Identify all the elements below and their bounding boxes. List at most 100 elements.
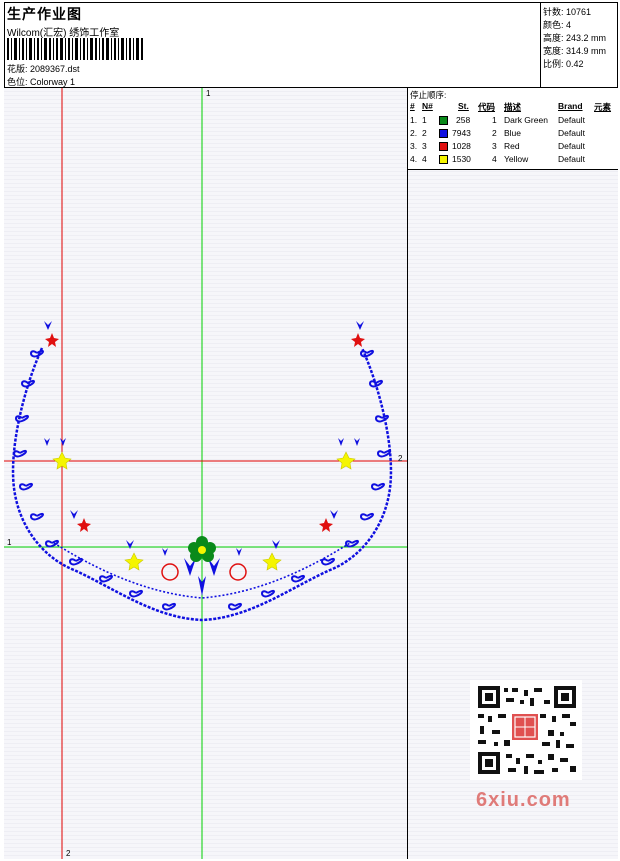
page-title: 生产作业图 [7,6,82,22]
tulip-bud [272,540,280,549]
stop-row[interactable]: 4. 4 1530 4 Yellow Default [408,154,618,167]
row-desc: Blue [504,128,522,138]
row-code: 1 [492,115,497,125]
tulip-bud [126,540,134,549]
red-outline-flower [229,563,247,581]
row-brand: Default [558,115,585,125]
stat-value: 10761 [566,7,592,17]
row-num: 4. [410,154,418,164]
bow-ornament [162,602,176,611]
stop-row[interactable]: 3. 3 1028 3 Red Default [408,141,618,154]
red-outline-flowers [161,563,247,581]
row-stitches: 1530 [452,154,471,164]
bow-ornament [360,512,374,521]
col-elem: 元素 [594,102,612,112]
stat-value: 0.42 [566,59,584,69]
bow-ornament [360,349,374,358]
tulip-bud [70,510,78,519]
row-desc: Dark Green [504,115,548,125]
studio-subtitle: Wilcom(汇宏) 绣饰工作室 [7,28,120,39]
row-code: 4 [492,154,497,164]
row-stitches: 1028 [452,141,471,151]
col-num: # [410,101,415,111]
row-n: 3 [422,141,427,151]
tulip-bud [162,548,168,556]
bow-ornament [13,449,27,458]
stat-value: 243.2 mm [566,33,607,43]
design-canvas[interactable]: 1 1 2 2 [4,88,408,859]
row-code: 3 [492,141,497,151]
yellow-flower [262,552,282,571]
tulip-bud [338,438,344,446]
qr-code-icon [470,680,582,780]
stat-label: 高度: [543,33,564,43]
bow-ornament [321,557,335,566]
tulip-bud [354,438,360,446]
bow-ornament [261,589,275,598]
row-stitches: 258 [456,115,471,125]
col-st: St. [458,101,469,111]
red-flower [351,333,365,347]
col-desc: 描述 [504,102,522,112]
stat-label: 颜色: [543,20,564,30]
bow-ornament [19,482,33,491]
red-flower [77,518,91,532]
watermark-logo: 6xiu.com [476,789,571,811]
tulip-bud [236,548,242,556]
red-flower [45,333,59,347]
row-brand: Default [558,154,585,164]
design-filename: 花版: 2089367.dst [7,64,80,74]
color-swatch [439,155,448,164]
color-swatch [439,116,448,125]
row-code: 2 [492,128,497,138]
row-desc: Yellow [504,154,529,164]
yellow-flower [336,451,356,470]
bow-ornament [377,449,391,458]
tulip-bud [44,438,50,446]
barcode-icon [7,38,143,60]
row-n: 4 [422,154,427,164]
stat-stitches: 针数: 10761 [543,5,591,18]
bow-ornament [375,414,389,423]
guide-label-left: 1 [7,538,12,547]
stat-scale: 比例: 0.42 [543,57,584,70]
color-swatch [439,142,448,151]
guide-label-right: 2 [398,454,403,463]
tulip-bud [356,321,364,330]
row-desc: Red [504,141,520,151]
bow-ornament [99,574,113,583]
yellow-flower [124,552,144,571]
stop-sequence-table: 停止顺序: # N# St. 代码 描述 Brand 元素 1. 1 258 1… [408,88,618,170]
row-stitches: 7943 [452,128,471,138]
stat-value: 314.9 mm [566,46,607,56]
row-n: 1 [422,115,427,125]
tulip-bud [330,510,338,519]
red-flowers [45,333,365,532]
stop-row[interactable]: 2. 2 7943 2 Blue Default [408,128,618,141]
stat-colors: 颜色: 4 [543,18,571,31]
tulip-bud [44,321,52,330]
row-num: 2. [410,128,418,138]
stat-height: 高度: 243.2 mm [543,31,606,44]
header-panel: 生产作业图 Wilcom(汇宏) 绣饰工作室 花版: 2089367.dst 色… [4,2,540,88]
guide-label-bottom: 2 [66,849,71,858]
row-num: 1. [410,115,418,125]
stat-width: 宽度: 314.9 mm [543,44,606,57]
embroidery-preview: 1 1 2 2 [4,88,407,859]
stat-label: 针数: [543,7,564,17]
stat-value: 4 [566,20,572,30]
red-flower [319,518,333,532]
bow-ornament [371,482,385,491]
col-n: N# [422,101,433,111]
bow-ornament [228,602,242,611]
stop-row[interactable]: 1. 1 258 1 Dark Green Default [408,115,618,128]
col-code: 代码 [478,102,496,112]
bow-ornament [30,512,44,521]
bow-ornament [291,574,305,583]
colorway-name: 色位: Colorway 1 [7,77,76,87]
row-brand: Default [558,128,585,138]
stop-sequence-caption: 停止顺序: [410,90,447,100]
row-num: 3. [410,141,418,151]
bow-ornament [15,414,29,423]
bow-ornament [69,557,83,566]
